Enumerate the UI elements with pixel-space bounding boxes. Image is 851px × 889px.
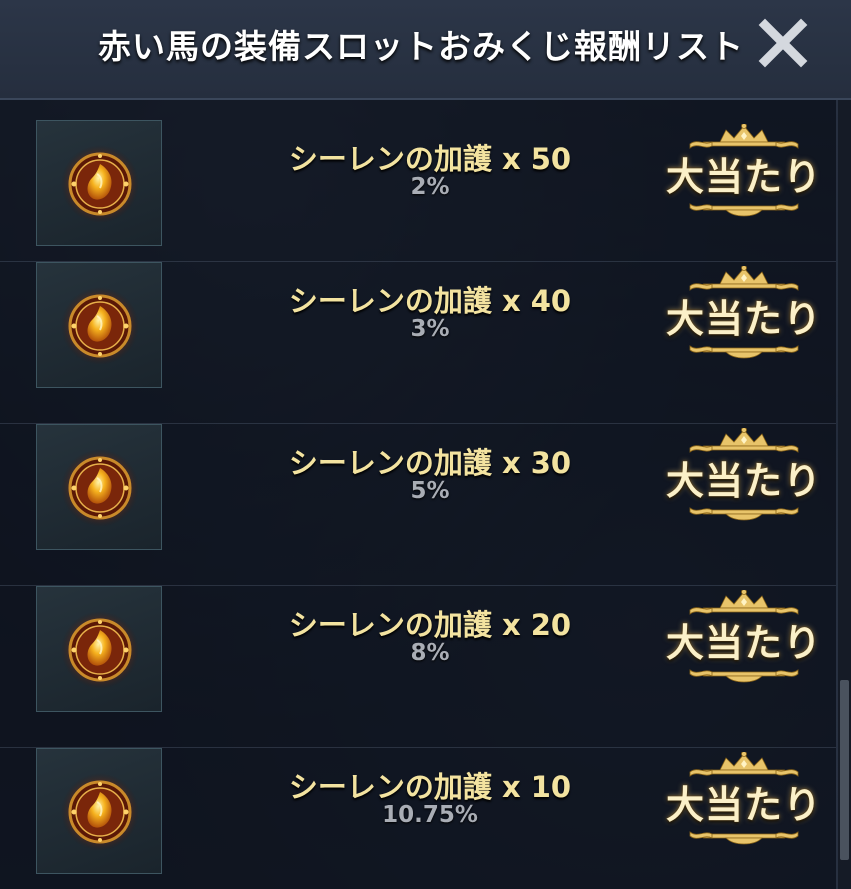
reward-row: シーレンの加護 x 50 2% 大当たり: [0, 100, 836, 262]
jackpot-label: 大当たり: [665, 783, 822, 827]
reward-item-slot[interactable]: [36, 586, 162, 712]
jackpot-badge: 大当たり: [664, 266, 824, 366]
jackpot-badge: 大当たり: [664, 752, 824, 852]
reward-row: シーレンの加護 x 30 5% 大当たり: [0, 424, 836, 586]
close-button[interactable]: [756, 16, 810, 70]
siren-blessing-orb-icon: [61, 449, 139, 527]
reward-list[interactable]: シーレンの加護 x 50 2% 大当たり シーレンの加護 x 40 3% 大当た…: [0, 100, 836, 889]
scrollbar-thumb[interactable]: [840, 680, 849, 860]
jackpot-label: 大当たり: [665, 155, 822, 199]
reward-name: シーレンの加護 x 30: [288, 446, 572, 480]
jackpot-badge: 大当たり: [664, 124, 824, 224]
jackpot-badge: 大当たり: [664, 590, 824, 690]
siren-blessing-orb-icon: [61, 611, 139, 689]
reward-item-slot[interactable]: [36, 748, 162, 874]
close-icon: [758, 18, 808, 68]
reward-rate: 10.75%: [382, 802, 478, 828]
siren-blessing-orb-icon: [61, 773, 139, 851]
siren-blessing-orb-icon: [61, 287, 139, 365]
scrollbar[interactable]: [838, 100, 851, 889]
reward-rate: 8%: [410, 640, 450, 666]
reward-row: シーレンの加護 x 10 10.75% 大当たり: [0, 748, 836, 889]
reward-name: シーレンの加護 x 40: [288, 284, 572, 318]
reward-row: シーレンの加護 x 20 8% 大当たり: [0, 586, 836, 748]
jackpot-label: 大当たり: [665, 621, 822, 665]
siren-blessing-orb-icon: [61, 145, 139, 223]
reward-item-slot[interactable]: [36, 424, 162, 550]
reward-rate: 5%: [410, 478, 450, 504]
reward-name: シーレンの加護 x 20: [288, 608, 572, 642]
jackpot-label: 大当たり: [665, 459, 822, 503]
reward-rate: 3%: [410, 316, 450, 342]
jackpot-label: 大当たり: [665, 297, 822, 341]
reward-row: シーレンの加護 x 40 3% 大当たり: [0, 262, 836, 424]
reward-item-slot[interactable]: [36, 120, 162, 246]
reward-rate: 2%: [410, 174, 450, 200]
reward-name: シーレンの加護 x 10: [288, 770, 572, 804]
dialog-title: 赤い馬の装備スロットおみくじ報酬リスト: [98, 27, 744, 66]
reward-name: シーレンの加護 x 50: [288, 142, 572, 176]
dialog-header: 赤い馬の装備スロットおみくじ報酬リスト: [0, 0, 851, 100]
reward-item-slot[interactable]: [36, 262, 162, 388]
jackpot-badge: 大当たり: [664, 428, 824, 528]
